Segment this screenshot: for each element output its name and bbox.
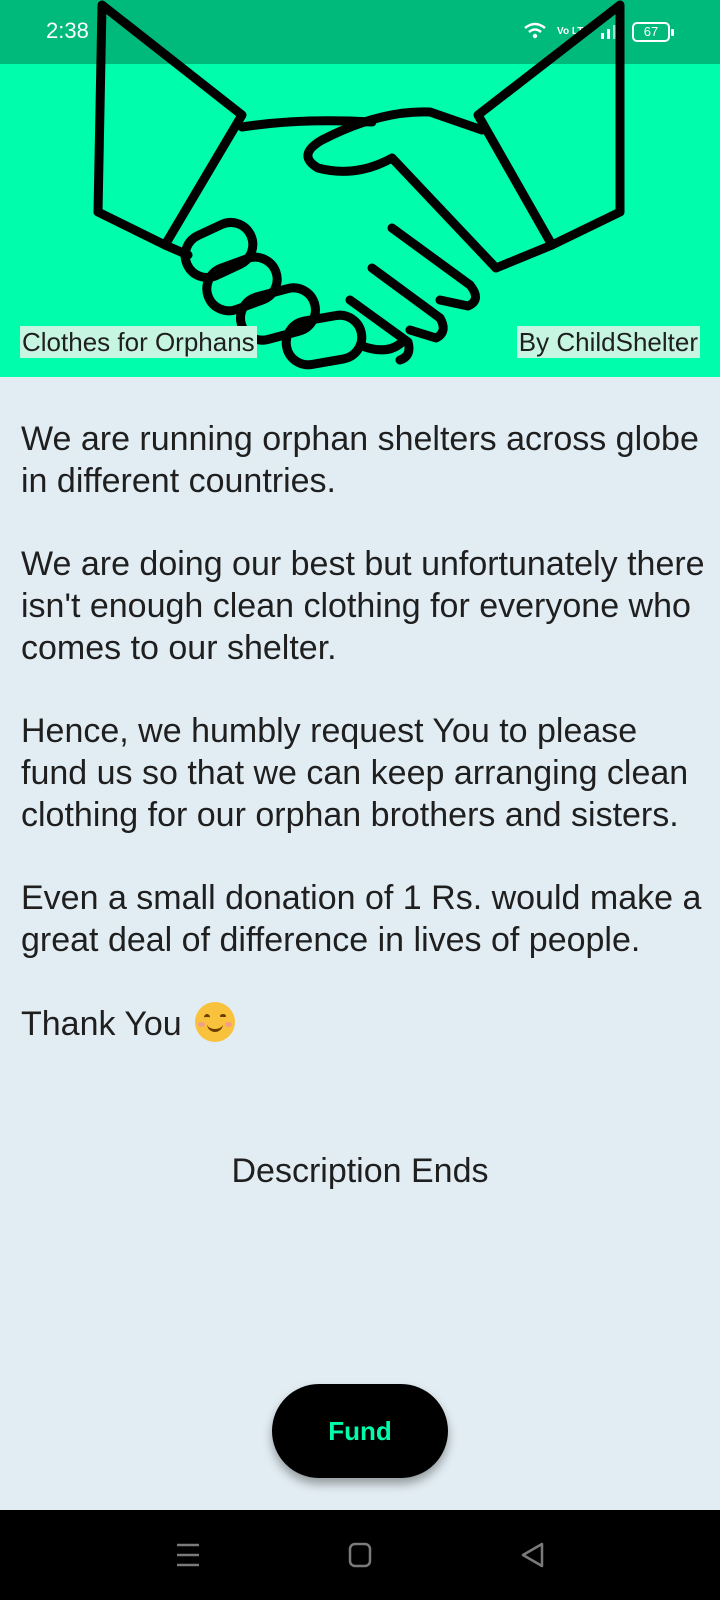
thank-you-line: Thank You [21,1002,706,1045]
battery-icon: 67 [632,22,674,42]
wifi-icon [523,20,547,45]
description-end-label: Description Ends [231,1152,489,1190]
status-bar: 2:38 Vo LTE 67 [0,0,720,64]
description-paragraph: We are running orphan shelters across gl… [21,420,699,500]
campaign-organizer: By ChildShelter [516,326,700,358]
signal-icon [600,20,622,45]
home-square-icon[interactable] [315,1510,405,1600]
description-paragraph: Even a small donation of 1 Rs. would mak… [21,879,702,959]
smiling-face-icon [195,1002,236,1042]
description-paragraph: Hence, we humbly request You to please f… [21,712,689,834]
status-time: 2:38 [46,18,89,43]
volte-icon: Vo LTE [557,26,590,37]
back-triangle-icon[interactable] [487,1510,577,1600]
description-paragraph: We are doing our best but unfortunately … [21,545,705,667]
thank-you-text: Thank You [21,1005,182,1043]
fund-button[interactable]: Fund [272,1384,448,1478]
navigation-bar [0,1510,720,1600]
campaign-title: Clothes for Orphans [20,326,257,358]
campaign-description: We are running orphan shelters across gl… [21,418,706,1057]
menu-icon[interactable] [143,1510,233,1600]
status-icons: Vo LTE 67 [523,20,674,45]
